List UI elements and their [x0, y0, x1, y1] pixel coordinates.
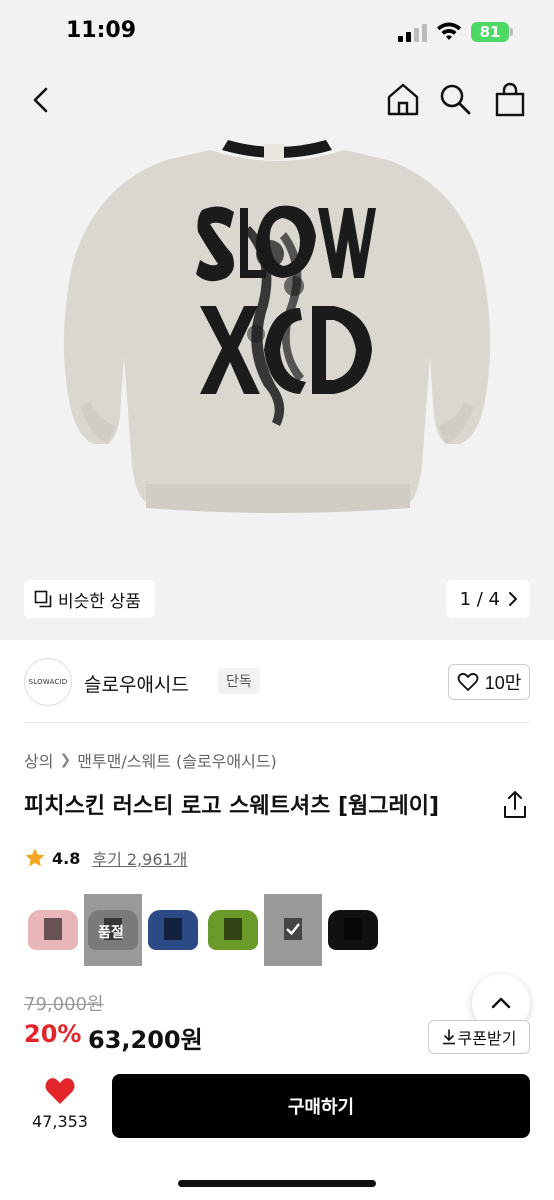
coupon-button[interactable]: 쿠폰받기: [428, 1020, 530, 1054]
rating-value: 4.8: [52, 848, 81, 868]
buy-button[interactable]: 구매하기: [112, 1074, 530, 1138]
wifi-icon: [437, 22, 461, 40]
battery-cap: [510, 28, 513, 36]
chevron-right-icon: [509, 592, 517, 606]
swatch-thumbnail: [208, 910, 258, 950]
coupon-label: 쿠폰받기: [457, 1031, 517, 1048]
breadcrumb-subcategory[interactable]: 맨투맨/스웨트 (슬로우애시드): [77, 748, 277, 772]
brand-name[interactable]: 슬로우애시드: [84, 670, 189, 697]
swatch-thumbnail: [328, 910, 378, 950]
brand-like-button[interactable]: 10만: [448, 664, 530, 700]
heart-outline-icon: [457, 672, 479, 691]
brand-logo[interactable]: SLOWACID: [24, 658, 72, 706]
search-button[interactable]: [438, 82, 472, 116]
copy-icon: [34, 590, 52, 608]
review-count-link[interactable]: 후기 2,961개: [92, 846, 187, 870]
discount-rate: 20%: [24, 1020, 82, 1048]
home-button[interactable]: [384, 80, 422, 118]
heart-filled-icon[interactable]: [44, 1076, 76, 1106]
status-time: 11:09: [66, 18, 137, 43]
product-image: [63, 140, 491, 513]
status-bar: 11:09 81: [0, 0, 554, 66]
page-indicator-text: 1 / 4: [459, 588, 500, 610]
home-indicator: [178, 1180, 376, 1187]
product-gallery[interactable]: 비슷한 상품 1 / 4: [0, 66, 554, 640]
battery-level: 81: [479, 23, 501, 41]
color-swatch[interactable]: [204, 894, 262, 966]
chevron-right-icon: ❯: [59, 752, 72, 768]
swatch-thumbnail: [148, 910, 198, 950]
gallery-page-indicator[interactable]: 1 / 4: [445, 580, 530, 618]
wish-count: 47,353: [32, 1112, 88, 1131]
exclusive-badge: 단독: [218, 668, 260, 694]
color-swatch[interactable]: [144, 894, 202, 966]
home-icon: [387, 83, 419, 116]
chevron-up-icon: [491, 997, 511, 1009]
check-icon: [286, 923, 300, 936]
rating-row: 4.8 후기 2,961개: [24, 846, 187, 870]
sale-price: 63,200원: [88, 1026, 203, 1054]
share-icon[interactable]: [502, 790, 528, 820]
color-swatch[interactable]: [24, 894, 82, 966]
chevron-left-icon: [33, 87, 48, 113]
soldout-label: 품절: [98, 924, 124, 940]
color-swatch[interactable]: [264, 894, 322, 966]
brand-row: SLOWACID 슬로우애시드 단독 10만: [24, 656, 530, 708]
original-price: 79,000원: [24, 994, 104, 1015]
color-swatch-list: 품절: [24, 894, 382, 966]
product-title: 피치스킨 러스티 로고 스웨트셔츠 [웜그레이]: [24, 794, 440, 819]
cellular-signal-icon: [398, 24, 427, 42]
breadcrumb-category[interactable]: 상의: [24, 748, 53, 772]
swatch-thumbnail: [28, 910, 78, 950]
bottom-action-bar: 47,353 구매하기: [0, 1062, 554, 1200]
brand-like-count: 10만: [484, 673, 522, 693]
cart-button[interactable]: [492, 80, 528, 118]
divider: [24, 722, 530, 723]
shopping-bag-icon: [495, 82, 525, 117]
back-button[interactable]: [24, 82, 60, 118]
search-icon: [440, 84, 471, 115]
similar-products-button[interactable]: 비슷한 상품: [24, 580, 155, 618]
color-swatch[interactable]: 품절: [84, 894, 142, 966]
star-icon: [25, 848, 45, 867]
breadcrumb: 상의 ❯ 맨투맨/스웨트 (슬로우애시드): [24, 748, 277, 772]
color-swatch[interactable]: [324, 894, 382, 966]
battery-indicator: 81: [471, 22, 509, 42]
download-icon: [442, 1029, 455, 1045]
similar-products-label: 비슷한 상품: [58, 591, 141, 611]
